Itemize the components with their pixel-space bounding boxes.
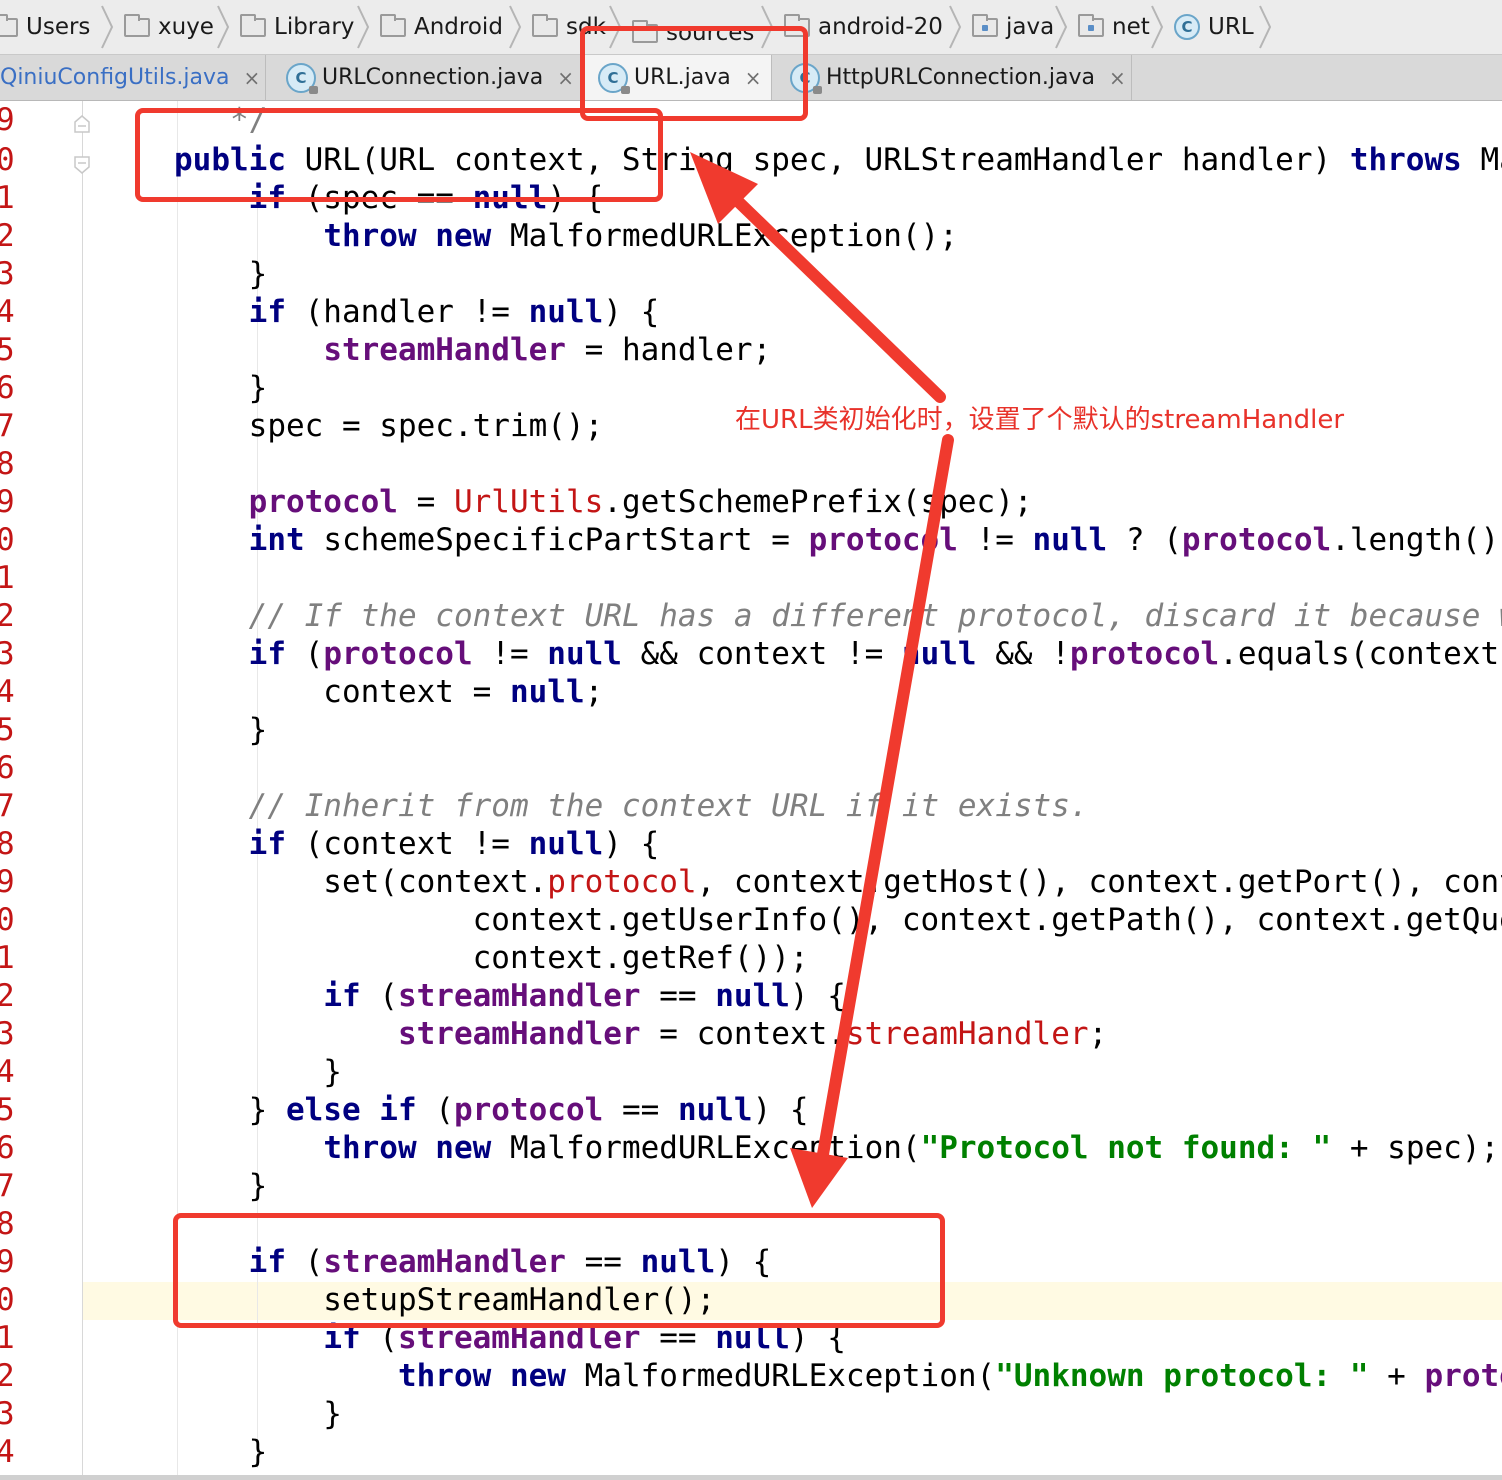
annotation-note: 在URL类初始化时，设置了个默认的streamHandler — [735, 405, 1345, 435]
annotation-arrows — [690, 152, 954, 1208]
arrow-to-setup-handler-icon — [790, 434, 954, 1208]
arrow-to-constructor-icon — [690, 152, 946, 403]
